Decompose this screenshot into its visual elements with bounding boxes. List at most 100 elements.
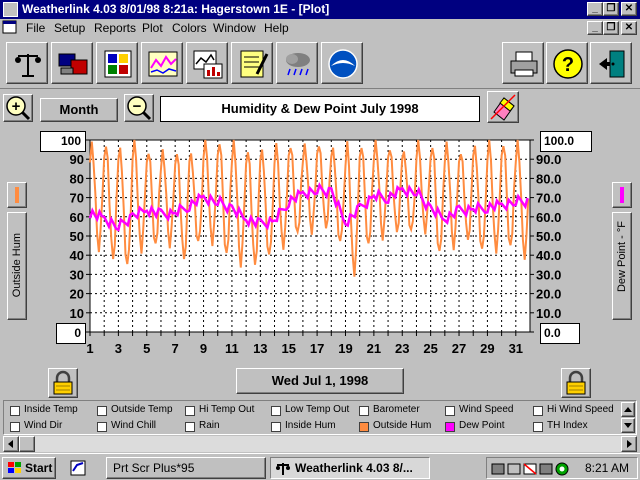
date-button[interactable]: Wed Jul 1, 1998 (236, 368, 404, 394)
y-tick-label: 70 (70, 191, 84, 206)
eraser-button[interactable] (487, 91, 519, 123)
x-tick-label: 9 (200, 341, 207, 356)
child-close-button[interactable]: ✕ (621, 21, 637, 35)
padlock-icon (53, 370, 73, 395)
y-tick-label: 80 (70, 171, 84, 186)
bulletin-button[interactable] (96, 42, 138, 84)
checkbox[interactable] (533, 406, 543, 416)
checkbox[interactable] (10, 422, 20, 432)
checkbox[interactable] (10, 406, 20, 416)
task-weatherlink[interactable]: Weatherlink 4.03 8/... (270, 457, 430, 479)
windows-logo-icon (8, 462, 21, 473)
chart-title: Humidity & Dew Point July 1998 (160, 96, 480, 122)
tray-speaker-icon (539, 463, 553, 475)
y-tick-label: 10 (70, 306, 84, 321)
bulletin-icon (104, 50, 132, 78)
x-tick-label: 7 (172, 341, 179, 356)
legend-scroll-down[interactable] (621, 418, 635, 433)
clock: 8:21 AM (584, 461, 629, 475)
menu-window[interactable]: Window (213, 21, 256, 35)
x-tick-label: 11 (225, 341, 239, 356)
humidity-dewpoint-chart[interactable]: 10 10.0 20 20.0 30 30.0 40 40.0 50 50.0 60 60.0 70 70… (0, 128, 640, 368)
forecast-button[interactable] (276, 42, 318, 84)
start-button[interactable]: Start (2, 457, 56, 479)
child-minimize-button[interactable]: _ (587, 21, 603, 35)
eraser-icon (490, 94, 516, 121)
notepad-icon (240, 50, 269, 78)
checkbox[interactable] (97, 422, 107, 432)
right-lock-button[interactable] (561, 368, 591, 398)
arrow-left-icon (8, 440, 13, 448)
scroll-thumb[interactable] (19, 436, 35, 452)
rain-cloud-icon (286, 53, 310, 76)
close-button[interactable]: ✕ (621, 2, 637, 16)
x-tick-label: 13 (253, 341, 267, 356)
checkbox[interactable] (359, 406, 369, 416)
horizontal-scrollbar[interactable] (3, 436, 637, 452)
menu-help[interactable]: Help (264, 21, 289, 35)
strip-chart-button[interactable] (141, 42, 183, 84)
noaa-button[interactable] (321, 42, 363, 84)
left-lock-button[interactable] (48, 368, 78, 398)
checkbox-checked[interactable] (445, 422, 455, 432)
y2-tick-label: 20.0 (536, 287, 561, 302)
y-tick-label: 50 (70, 229, 84, 244)
arrow-up-icon (624, 407, 632, 412)
y-tick-label: 40 (70, 248, 84, 263)
checkbox[interactable] (185, 422, 195, 432)
checkbox[interactable] (185, 406, 195, 416)
weather-station-button[interactable] (6, 42, 48, 84)
checkbox[interactable] (97, 406, 107, 416)
checkbox-checked[interactable] (359, 422, 369, 432)
y2-tick-label: 50.0 (536, 229, 561, 244)
system-tray: 8:21 AM (486, 457, 638, 479)
quicklaunch-icon (70, 460, 86, 476)
y-tick-label: 90 (70, 152, 84, 167)
print-button[interactable] (502, 42, 544, 84)
task-weatherlink-label: Weatherlink 4.03 8/... (295, 461, 413, 475)
quicklaunch-icon-button[interactable] (66, 457, 90, 479)
menu-file[interactable]: File (26, 21, 45, 35)
start-label: Start (25, 461, 53, 475)
noaa-icon (328, 49, 358, 79)
restore-button[interactable]: ❐ (603, 2, 619, 16)
y2-tick-label: 60.0 (536, 210, 561, 225)
notepad-button[interactable] (231, 42, 273, 84)
task-prtscr[interactable]: Prt Scr Plus*95 (106, 457, 266, 479)
checkbox[interactable] (533, 422, 543, 432)
scroll-right-button[interactable] (621, 436, 637, 452)
x-tick-label: 23 (395, 341, 409, 356)
app-icon[interactable] (3, 2, 18, 17)
zoom-in-button[interactable]: + (3, 94, 33, 122)
series-legend: Inside Temp Outside Temp Hi Temp Out Low… (3, 400, 637, 435)
help-button[interactable]: ? (546, 42, 588, 84)
arrow-down-icon (624, 423, 632, 428)
title-bar: Weatherlink 4.03 8/01/98 8:21a: Hagersto… (0, 0, 640, 19)
checkbox[interactable] (271, 406, 281, 416)
x-tick-label: 1 (86, 341, 93, 356)
checkbox[interactable] (445, 406, 455, 416)
period-button[interactable]: Month (40, 98, 118, 122)
download-button[interactable] (51, 42, 93, 84)
document-icon[interactable] (2, 20, 18, 35)
zoom-out-button[interactable]: − (124, 94, 154, 122)
arrow-right-icon (627, 440, 632, 448)
scroll-left-button[interactable] (3, 436, 19, 452)
weather-station-icon (15, 54, 41, 77)
checkbox[interactable] (271, 422, 281, 432)
y2-tick-label: 40.0 (536, 248, 561, 263)
menu-plot[interactable]: Plot (142, 21, 163, 35)
menu-setup[interactable]: Setup (54, 21, 85, 35)
child-restore-button[interactable]: ❐ (603, 21, 619, 35)
legend-scroll-up[interactable] (621, 402, 635, 417)
svg-text:−: − (133, 98, 142, 115)
y2-tick-label: 80.0 (536, 171, 561, 186)
minimize-button[interactable]: _ (587, 2, 603, 16)
y2-tick-label: 30.0 (536, 267, 561, 282)
menu-reports[interactable]: Reports (94, 21, 136, 35)
plot-button[interactable] (186, 42, 228, 84)
exit-button[interactable] (590, 42, 632, 84)
taskbar: Start Prt Scr Plus*95 Weatherlink 4.03 8… (0, 453, 640, 480)
menu-colors[interactable]: Colors (172, 21, 207, 35)
x-tick-label: 27 (452, 341, 466, 356)
